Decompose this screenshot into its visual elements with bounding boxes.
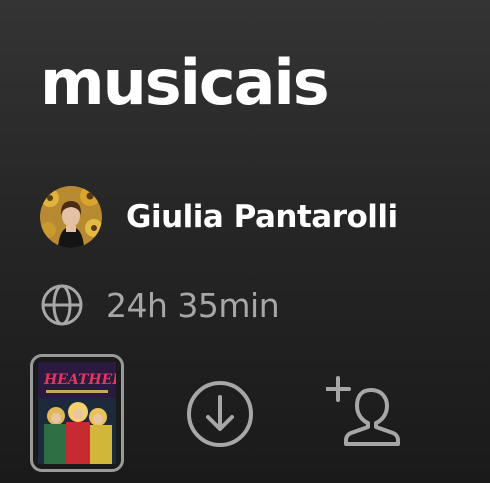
playlist-duration: 24h 35min [106,285,280,325]
playlist-meta: 24h 35min [40,283,280,327]
add-user-icon[interactable] [326,374,402,450]
action-row: HEATHERS [30,354,430,472]
owner-avatar[interactable] [40,186,102,248]
playlist-title: musicais [40,46,330,119]
playlist-cover-thumbnail[interactable]: HEATHERS [30,354,124,472]
album-cover-image: HEATHERS [38,362,116,464]
download-icon[interactable] [186,380,254,448]
avatar-image [40,186,102,248]
owner-name[interactable]: Giulia Pantarolli [126,199,398,235]
globe-icon [41,284,83,326]
playlist-header: musicais Giulia Pantarolli 24h 35min HEA… [0,0,490,483]
owner-row[interactable]: Giulia Pantarolli [40,186,398,248]
cover-title-text: HEATHERS [43,372,116,388]
